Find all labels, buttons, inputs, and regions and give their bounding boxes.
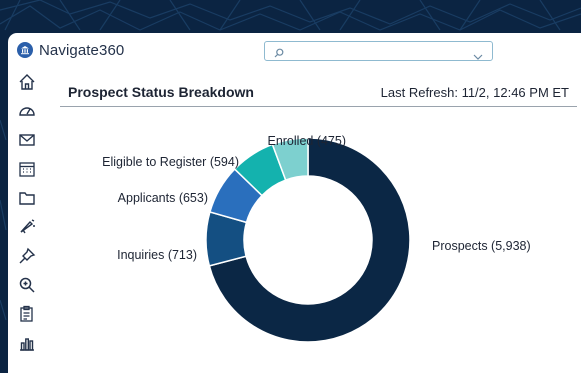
slice-label-eligible-to-register: Eligible to Register (594) <box>102 155 239 169</box>
donut-chart: Prospects (5,938) Inquiries (713) Applican… <box>102 134 531 343</box>
slice-label-applicants: Applicants (653) <box>118 191 208 205</box>
slice-label-enrolled: Enrolled (475) <box>267 134 346 148</box>
slice-label-prospects: Prospects (5,938) <box>432 239 531 253</box>
slice-label-inquiries: Inquiries (713) <box>117 248 197 262</box>
app-window: Navigate360 Prospect Status Breakdown La… <box>8 33 581 373</box>
